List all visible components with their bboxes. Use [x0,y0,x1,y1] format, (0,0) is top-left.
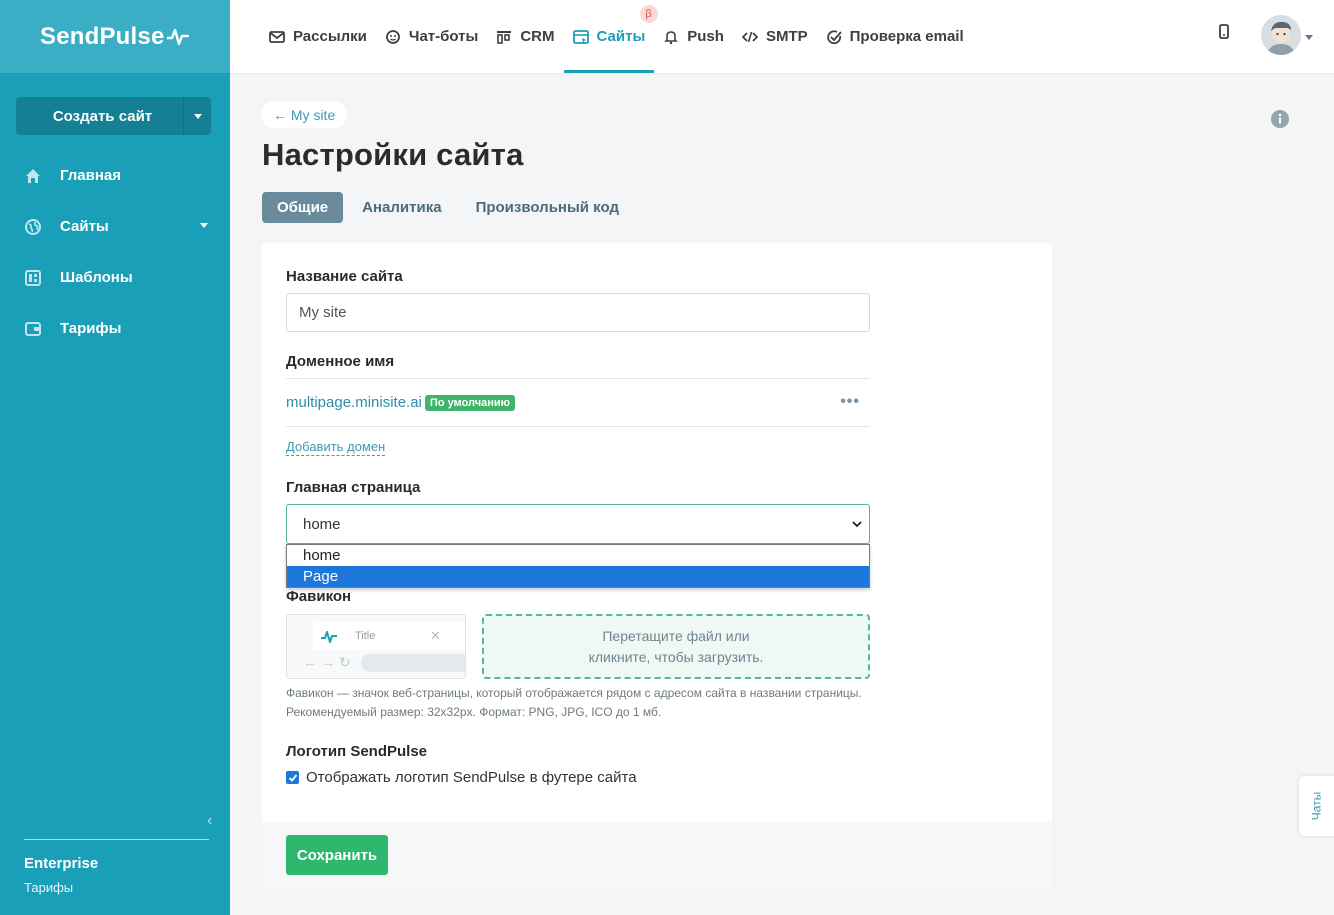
sidebar: SendPulse Создать сайт Главная Сайты Шаб… [0,0,230,915]
settings-card: Название сайта My site Доменное имя mult… [262,243,1052,888]
logo[interactable]: SendPulse [0,0,230,73]
wallet-icon [25,321,41,336]
sites-icon [572,29,589,44]
domain-link[interactable]: multipage.minisite.ai [286,394,422,411]
logo-checkbox-label: Отображать логотип SendPulse в футере са… [306,769,637,786]
topnav-label: Push [687,28,724,45]
favicon-upload-zone[interactable]: Перетащите файл или кликните, чтобы загр… [482,614,870,679]
tab-general[interactable]: Общие [262,192,344,223]
pulse-logo-icon [321,631,337,643]
create-site-button[interactable]: Создать сайт [16,97,211,135]
address-bar-preview [361,654,465,672]
create-site-dropdown[interactable] [183,97,211,135]
domain-label: Доменное имя [286,353,395,370]
checkmark-icon [288,773,297,782]
sidebar-item-sites[interactable]: Сайты [0,201,230,252]
home-page-dropdown: home Page [286,544,870,588]
topnav-email-verify[interactable]: Проверка email [817,0,973,73]
home-page-label: Главная страница [286,479,421,496]
default-badge: По умолчанию [424,394,516,411]
sidebar-item-label: Шаблоны [60,269,133,286]
sidebar-nav: Главная Сайты Шаблоны Тарифы [0,150,230,354]
topnav-label: Сайты [596,28,646,45]
topnav-push[interactable]: Push [654,0,733,73]
bell-icon [664,30,679,44]
settings-tabs: Общие Аналитика Произвольный код [262,192,638,223]
dropdown-option-home[interactable]: home [287,545,869,566]
tab-analytics[interactable]: Аналитика [347,192,456,223]
mobile-icon[interactable] [1218,24,1230,40]
topnav-label: Чат-боты [408,28,479,45]
dropdown-option-page[interactable]: Page [287,566,869,587]
crm-icon [497,30,512,44]
browser-nav-icons: ←→↻ [303,654,355,670]
home-page-selected: home [303,515,341,533]
browser-tab-preview: Title ✕ [313,622,465,650]
close-icon: ✕ [430,628,441,643]
top-nav: Рассылки Чат-боты CRM Сайты β Push SMTP … [260,0,973,73]
topnav-sites[interactable]: Сайты β [563,0,658,73]
sidebar-item-home[interactable]: Главная [0,150,230,201]
logo-checkbox[interactable] [286,771,299,784]
topnav-label: CRM [520,28,555,45]
mail-icon [269,30,285,43]
check-circle-icon [826,29,842,44]
logo-label: Логотип SendPulse [286,743,428,760]
favicon-label: Фавикон [286,588,352,605]
save-button[interactable]: Сохранить [286,835,388,875]
home-icon [26,168,40,183]
site-name-input[interactable]: My site [286,293,870,332]
site-name-label: Название сайта [286,268,403,285]
caret-down-icon [193,113,202,119]
chats-tab-label: Чаты [1309,791,1324,821]
upload-text-line2: кликните, чтобы загрузить. [588,648,764,665]
info-icon[interactable] [1270,109,1290,129]
plan-tariffs-link[interactable]: Тарифы [24,880,209,895]
chevron-down-icon[interactable] [1305,35,1313,40]
add-domain-link[interactable]: Добавить домен [286,439,386,456]
tab-custom-code[interactable]: Произвольный код [461,192,634,223]
create-site-label: Создать сайт [52,107,153,125]
upload-text-line1: Перетащите файл или [602,627,750,644]
plan-name: Enterprise [24,855,99,872]
page-title: Настройки сайта [262,137,524,172]
more-options-icon[interactable]: ••• [840,393,860,411]
plan-info: Enterprise Тарифы [24,839,209,895]
back-link[interactable]: ← My site [261,101,348,128]
chevron-down-icon [200,223,208,228]
topnav-mailings[interactable]: Рассылки [260,0,376,73]
top-bar: Рассылки Чат-боты CRM Сайты β Push SMTP … [230,0,1334,73]
sidebar-item-label: Сайты [60,218,109,235]
topnav-crm[interactable]: CRM [487,0,563,73]
topnav-label: Рассылки [293,28,367,45]
logo-checkbox-row[interactable]: Отображать логотип SendPulse в футере са… [286,769,637,786]
chats-tab[interactable]: Чаты [1299,776,1334,836]
avatar[interactable] [1261,15,1301,55]
topnav-label: Проверка email [849,28,964,45]
favicon-preview: Title ✕ ←→↻ [286,614,466,679]
brand-name: SendPulse [40,22,165,50]
chevron-down-icon [852,521,862,528]
pulse-logo-icon [166,28,189,45]
user-avatar-icon [1261,15,1301,55]
topnav-label: SMTP [765,28,808,45]
sidebar-item-label: Главная [60,167,122,184]
chatbot-icon [386,29,400,44]
collapse-sidebar-icon[interactable]: ‹ [207,812,212,830]
topnav-chatbots[interactable]: Чат-боты [376,0,487,73]
sidebar-item-tariffs[interactable]: Тарифы [0,303,230,354]
globe-icon [25,218,41,235]
sidebar-item-label: Тарифы [60,320,122,337]
favicon-hint: Фавикон — значок веб-страницы, который о… [286,686,862,719]
code-icon [741,31,758,42]
browser-tab-title: Title [355,630,376,642]
domain-row: multipage.minisite.ai По умолчанию ••• [286,378,870,427]
templates-icon [25,269,41,286]
topnav-smtp[interactable]: SMTP [733,0,817,73]
home-page-select[interactable]: home [286,504,870,544]
sidebar-item-templates[interactable]: Шаблоны [0,252,230,303]
